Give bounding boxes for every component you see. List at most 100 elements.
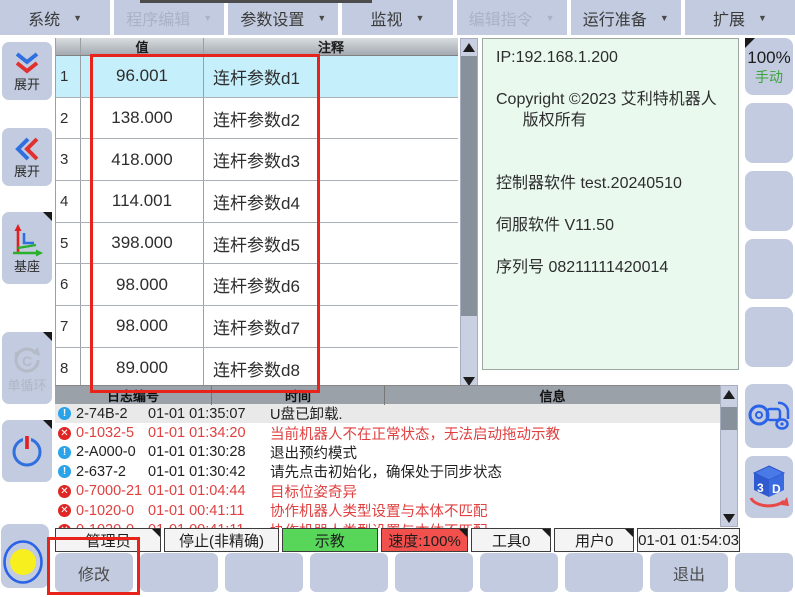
log-code: 0-1020-0 [76,503,148,519]
table-scrollbar-thumb[interactable] [461,56,477,316]
softkey-blank[interactable] [140,553,218,592]
exit-button[interactable]: 退出 [650,553,728,592]
softkey-blank[interactable] [745,103,793,163]
modify-button[interactable]: 修改 [55,553,133,592]
param-row-number: 1 [56,56,81,97]
menu-bar: 系统▼程序编辑▼参数设置▼监视▼编辑指令▼ 运行准备 ▼ 扩展▼ [0,0,795,35]
param-row[interactable]: 2138.000连杆参数d2 [56,98,458,140]
datetime-label: 01-01 01:54:03 [638,532,739,549]
expand-left-button[interactable]: 展开 [2,128,52,186]
softkey-blank[interactable] [480,553,558,592]
menu-item[interactable]: 扩展▼ [685,0,795,35]
speed-mode-button[interactable]: 100% 手动 [745,38,793,95]
softkey-blank[interactable] [225,553,303,592]
teach-mode-label: 示教 [315,530,345,551]
power-button[interactable] [2,420,52,482]
user-role-label: 管理员 [86,530,131,551]
tool-label: 工具0 [492,530,530,551]
softkey-blank[interactable] [310,553,388,592]
parameter-table-body: 196.001连杆参数d12138.000连杆参数d23418.000连杆参数d… [56,56,458,390]
info-line: Copyright ©2023 艾利特机器人 [496,89,734,110]
param-row[interactable]: 889.000连杆参数d8 [56,348,458,390]
param-row[interactable]: 798.000连杆参数d7 [56,306,458,348]
param-row[interactable]: 3418.000连杆参数d3 [56,139,458,181]
softkey-blank[interactable] [395,553,473,592]
log-row[interactable]: ✕0-1020-001-01 00:41:11协作机器人类型设置与本体不匹配 [55,501,720,520]
param-row[interactable]: 4114.001连杆参数d4 [56,181,458,223]
param-value: 98.000 [81,306,204,347]
user-frame-badge[interactable]: 用户0 [554,528,634,552]
param-value: 89.000 [81,348,204,389]
manual-mode-label: 手动 [755,68,783,86]
menu-item[interactable]: 程序编辑▼ [114,0,224,35]
param-comment: 连杆参数d7 [204,306,458,347]
param-comment: 连杆参数d2 [204,98,458,139]
single-cycle-button[interactable]: C 单循环 [2,332,52,404]
dropdown-border-artifact [140,0,372,3]
scroll-up-button[interactable] [461,39,477,55]
log-message: 目标位姿奇异 [270,481,720,502]
log-row[interactable]: !2-74B-201-01 01:35:07U盘已卸载. [55,404,720,423]
menu-item-label: 扩展 [713,6,745,30]
status-bar: 管理员 停止(非精确) 示教 速度:100% 工具0 用户0 01-01 01:… [55,528,740,552]
svg-text:D: D [772,482,781,496]
param-row[interactable]: 5398.000连杆参数d5 [56,223,458,265]
user-role-badge[interactable]: 管理员 [55,528,161,552]
yellow-lamp-icon [2,539,46,587]
menu-item[interactable]: 系统▼ [0,0,110,35]
log-row[interactable]: !2-A000-001-01 01:30:28退出预约模式 [55,443,720,462]
menu-item-label: 运行准备 [583,6,647,30]
chevron-down-icon: ▼ [660,13,669,23]
base-frame-button[interactable]: 基座 [2,212,52,284]
log-message: 请先点击初始化，确保处于同步状态 [270,461,720,482]
log-scrollbar-thumb[interactable] [721,407,737,430]
param-value: 418.000 [81,139,204,180]
log-row[interactable]: ✕0-1032-501-01 01:34:20当前机器人不在正常状态，无法启动拖… [55,423,720,442]
single-cycle-label: 单循环 [7,378,46,393]
param-value: 114.001 [81,181,204,222]
menu-item[interactable]: 监视▼ [342,0,452,35]
menu-item-label: 程序编辑 [126,6,190,30]
datetime-display: 01-01 01:54:03 [637,528,740,552]
log-row[interactable]: !2-637-201-01 01:30:42请先点击初始化，确保处于同步状态 [55,462,720,481]
softkey-blank[interactable] [745,171,793,231]
log-time: 01-01 01:30:28 [148,444,248,460]
column-header-value: 值 [81,38,204,55]
info-line: 版权所有 [496,110,734,131]
softkey-blank[interactable] [735,553,793,592]
drag-teach-button[interactable] [745,384,793,448]
info-line: IP:192.168.1.200 [496,47,734,68]
run-state-badge: 停止(非精确) [164,528,278,552]
info-line: 序列号 08211111420014 [496,257,734,278]
log-row[interactable]: ✕0-1020-001-01 00:41:11协作机器人类型设置与本体不匹配 [55,520,720,528]
double-chevron-down-icon [11,50,43,76]
softkey-blank[interactable] [745,307,793,367]
log-scroll-up-button[interactable] [721,386,737,402]
param-row[interactable]: 196.001连杆参数d1 [56,56,458,98]
menu-item[interactable]: 运行准备 ▼ [571,0,681,35]
log-header: 日志编号 时间 信息 [55,386,720,404]
info-line [496,236,734,257]
view-3d-button[interactable]: 3 D [745,456,793,518]
status-lamp[interactable] [2,539,46,592]
info-line [496,68,734,89]
system-info-lines: IP:192.168.1.200 Copyright ©2023 艾利特机器人 版… [496,47,734,278]
log-scroll-down-button[interactable] [721,510,737,526]
menu-item-label: 编辑指令 [469,6,533,30]
softkey-blank[interactable] [565,553,643,592]
tool-badge[interactable]: 工具0 [471,528,551,552]
menu-item[interactable]: 参数设置▼ [228,0,338,35]
param-row[interactable]: 698.000连杆参数d6 [56,264,458,306]
expand-down-button[interactable]: 展开 [2,42,52,100]
coordinate-axes-icon [9,222,45,258]
speed-badge[interactable]: 速度:100% [381,528,468,552]
error-icon: ✕ [58,485,71,498]
log-time: 01-01 01:30:42 [148,464,248,480]
log-time: 01-01 01:04:44 [148,483,248,499]
log-time: 01-01 01:34:20 [148,425,248,441]
menu-item[interactable]: 编辑指令▼ [457,0,567,35]
log-row[interactable]: ✕0-7000-2101-01 01:04:44目标位姿奇异 [55,482,720,501]
softkey-blank[interactable] [745,239,793,299]
speed-percent: 100% [747,48,790,68]
log-message: 当前机器人不在正常状态，无法启动拖动示教 [270,423,720,444]
